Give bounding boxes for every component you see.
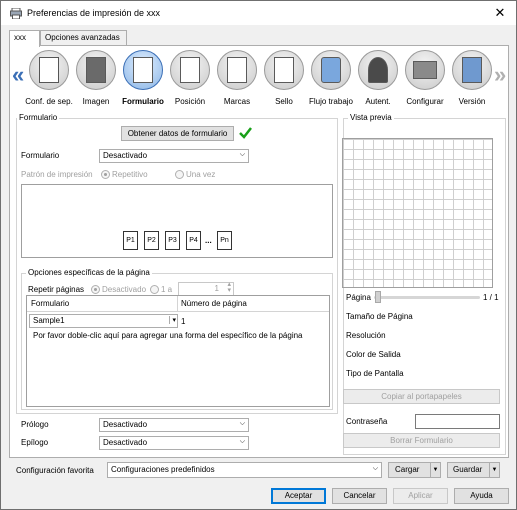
preview-page-slider[interactable]: [374, 291, 480, 303]
page-icon: Pn: [217, 231, 232, 250]
tab-advanced-options[interactable]: Opciones avanzadas: [40, 30, 127, 46]
preview-screen-type: Tipo de Pantalla: [346, 369, 404, 378]
repeat-off-label: Desactivado: [102, 285, 147, 294]
scroll-right-icon[interactable]: »: [494, 62, 506, 88]
category-icon-bar: « » Conf. de sep. Imagen Formulario Posi: [10, 46, 508, 108]
chevron-down-icon: ⌵: [239, 420, 245, 427]
tab-general[interactable]: xxx: [9, 30, 40, 47]
print-pattern-label: Patrón de impresión: [21, 170, 93, 179]
copy-to-clipboard-button[interactable]: Copiar al portapapeles: [343, 389, 500, 404]
favorite-setting-select[interactable]: Configuraciones predefinidos ⌵: [107, 462, 382, 478]
repeat-off-radio[interactable]: [91, 285, 100, 294]
form-select-label: Formulario: [21, 151, 60, 160]
workflow-icon: [321, 57, 341, 83]
slider-thumb[interactable]: [375, 291, 381, 303]
pattern-repeat-radio[interactable]: [101, 170, 110, 179]
repeat-count-stepper[interactable]: 1 ▴ ▾: [178, 281, 234, 296]
page-icon: P4: [186, 231, 201, 250]
stamp-icon: [274, 57, 294, 83]
apply-button[interactable]: Aplicar: [393, 488, 448, 504]
pattern-once-radio[interactable]: [175, 170, 184, 179]
nav-conf-sep[interactable]: Conf. de sep.: [25, 48, 73, 108]
table-header: Formulario Número de página: [27, 296, 329, 312]
image-icon: [86, 57, 106, 83]
marks-icon: [227, 57, 247, 83]
page-icon: P1: [123, 231, 138, 250]
epilogue-select[interactable]: Desactivado ⌵: [99, 436, 249, 450]
nav-flujo-trabajo[interactable]: Flujo trabajo: [308, 48, 354, 108]
preview-label: Vista previa: [348, 113, 394, 122]
obtain-form-data-button[interactable]: Obtener datos de formulario: [121, 126, 234, 141]
form-select[interactable]: Desactivado ⌵: [99, 149, 249, 163]
row-page-number[interactable]: 1: [181, 317, 185, 326]
preview-output-color: Color de Salida: [346, 350, 401, 359]
formulario-group-label: Formulario: [17, 113, 60, 122]
preview-grid: [342, 138, 493, 288]
epilogue-label: Epílogo: [21, 438, 49, 447]
save-button[interactable]: Guardar ▼: [447, 462, 500, 478]
nav-imagen[interactable]: Imagen: [73, 48, 119, 108]
pattern-once-label: Una vez: [186, 170, 216, 179]
nav-formulario[interactable]: Formulario: [120, 48, 166, 108]
close-button[interactable]: ✕: [490, 3, 510, 23]
authentication-icon: [368, 57, 388, 83]
preview-resolution: Resolución: [346, 331, 386, 340]
version-icon: [462, 57, 482, 83]
chevron-down-icon[interactable]: ▼: [430, 463, 440, 477]
preview-page-size: Tamaño de Página: [346, 312, 413, 321]
table-hint[interactable]: Por favor doble-clic aquí para agregar u…: [33, 331, 303, 340]
password-field[interactable]: [415, 414, 500, 429]
col-page-header: Número de página: [181, 299, 247, 308]
favorite-setting-label: Configuración favorita: [16, 466, 94, 475]
configure-icon: [413, 61, 437, 79]
help-button[interactable]: Ayuda: [454, 488, 509, 504]
chevron-down-icon: ⌵: [239, 151, 245, 158]
nav-autent[interactable]: Autent.: [355, 48, 401, 108]
chevron-down-icon: ⌵: [239, 438, 245, 445]
col-form-header: Formulario: [31, 299, 70, 308]
delete-form-button[interactable]: Borrar Formulario: [343, 433, 500, 448]
page-options-label: Opciones específicas de la página: [26, 268, 152, 277]
nav-marcas[interactable]: Marcas: [214, 48, 260, 108]
chevron-down-icon: ⌵: [372, 465, 378, 472]
preview-page-count: 1 / 1: [483, 293, 499, 302]
spin-arrows-icon: ▴ ▾: [227, 281, 231, 294]
title-bar: Preferencias de impresión de xxx ✕: [1, 1, 516, 25]
window-title: Preferencias de impresión de xxx: [27, 8, 161, 18]
page-setup-icon: [39, 57, 59, 83]
nav-posicion[interactable]: Posición: [167, 48, 213, 108]
ok-button[interactable]: Aceptar: [271, 488, 326, 504]
page-ellipsis: ...: [205, 236, 212, 245]
load-button[interactable]: Cargar ▼: [388, 462, 441, 478]
nav-configurar[interactable]: Configurar: [402, 48, 448, 108]
preview-page-label: Página: [346, 293, 371, 302]
nav-sello[interactable]: Sello: [261, 48, 307, 108]
page-form-table: Formulario Número de página Sample1 ▾ 1 …: [26, 295, 330, 407]
page-icon: P3: [165, 231, 180, 250]
page-pattern-preview: P1 P2 P3 P4 ... Pn: [21, 184, 333, 258]
printer-icon: [10, 8, 22, 19]
cancel-button[interactable]: Cancelar: [332, 488, 387, 504]
chevron-down-icon[interactable]: ▼: [489, 463, 499, 477]
position-icon: [180, 57, 200, 83]
page-icon: P2: [144, 231, 159, 250]
checkmark-icon: [239, 127, 252, 139]
print-preferences-window: Preferencias de impresión de xxx ✕ xxx O…: [0, 0, 517, 510]
form-icon: [133, 57, 153, 83]
row-form-select[interactable]: Sample1 ▾: [29, 314, 178, 328]
scroll-left-icon[interactable]: «: [12, 62, 24, 88]
password-label: Contraseña: [346, 417, 388, 426]
pattern-repeat-label: Repetitivo: [112, 170, 148, 179]
repeat-pages-label: Repetir páginas: [28, 285, 85, 294]
repeat-one-label: 1 a: [161, 285, 173, 294]
chevron-down-icon: ▾: [169, 316, 176, 324]
prologue-select[interactable]: Desactivado ⌵: [99, 418, 249, 432]
repeat-one-radio[interactable]: [150, 285, 159, 294]
prologue-label: Prólogo: [21, 420, 49, 429]
nav-version[interactable]: Versión: [449, 48, 495, 108]
